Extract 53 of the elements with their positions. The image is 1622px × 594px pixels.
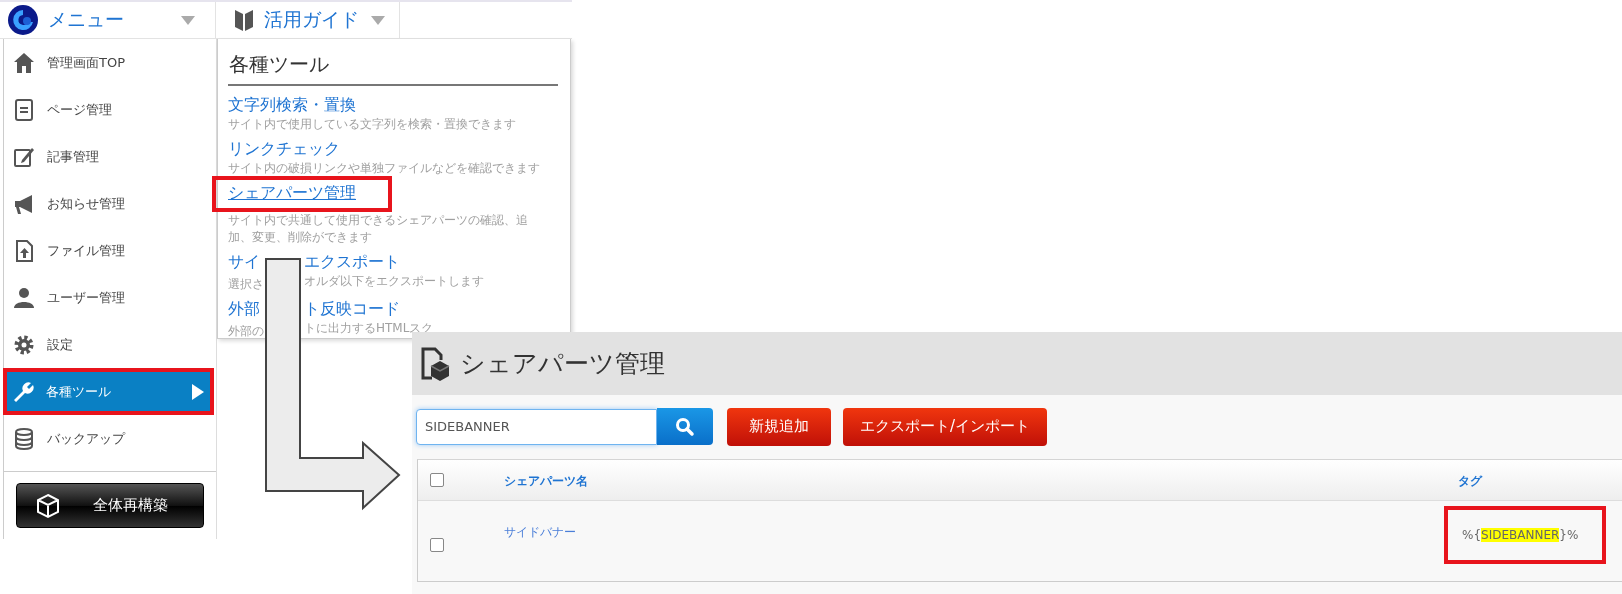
wrench-icon [12,380,34,403]
database-icon [13,427,35,450]
tool-link[interactable]: リンクチェック [228,138,340,160]
share-part-link[interactable]: サイドバナー [504,525,576,539]
menu-item[interactable]: ページ管理 [4,86,216,133]
tool-description: サイト内で使用している文字列を検索・置換できます [228,116,516,133]
document-cube-icon [420,346,450,381]
book-icon [234,8,254,32]
tool-link[interactable]: 文字列検索・置換 [228,94,356,116]
tool-link[interactable]: ト反映コード [304,298,400,320]
search-button[interactable] [657,408,713,445]
tool-description: 外部の [228,324,264,338]
checkbox[interactable] [430,473,444,487]
guide-dropdown-button[interactable]: 活用ガイド [216,2,400,38]
tool-description: 選択さ [228,277,264,291]
logo-icon [8,5,38,35]
gear-icon [13,333,35,356]
edit-icon [13,145,35,168]
menu-item[interactable]: 管理画面TOP [4,39,216,86]
menu-item[interactable]: 記事管理 [4,133,216,180]
home-icon [13,51,35,74]
menu-item[interactable]: 各種ツール [3,368,214,415]
menu-dropdown-button[interactable]: メニュー [0,2,216,38]
tool-description: サイト内の破損リンクや単独ファイルなどを確認できます [228,160,540,177]
menu-item[interactable]: ファイル管理 [4,227,216,274]
search-field[interactable]: SIDEBANNER [416,408,657,445]
tool-link[interactable]: サイ [228,252,260,271]
add-button[interactable]: 新規追加 [727,407,831,446]
tool-link[interactable]: シェアパーツ管理 [228,182,356,204]
search-icon [675,416,695,437]
checkbox[interactable] [430,538,444,552]
document-icon [13,98,35,121]
menu-item[interactable]: バックアップ [4,415,216,462]
tool-link[interactable]: エクスポート [304,251,400,273]
tool-description: オルダ以下をエクスポートします [304,273,484,290]
cube-icon [35,492,61,519]
rebuild-button[interactable]: 全体再構築 [16,483,204,528]
menu-item[interactable]: お知らせ管理 [4,180,216,227]
caret-icon [371,15,385,25]
user-icon [13,286,35,309]
column-header[interactable]: タグ [1458,474,1482,488]
page-title: シェアパーツ管理 [460,348,665,380]
triangle-icon [192,383,204,400]
submenu-title: 各種ツール [228,49,558,86]
megaphone-icon [13,192,35,215]
menu-item[interactable]: 設定 [4,321,216,368]
export-import-button[interactable]: エクスポート/インポート [843,407,1048,446]
column-header[interactable]: シェアパーツ名 [504,474,588,488]
menu-item[interactable]: ユーザー管理 [4,274,216,321]
tool-link[interactable]: 外部 [228,299,260,318]
file-upload-icon [13,239,35,262]
tool-description: サイト内で共通して使用できるシェアパーツの確認、追加、変更、削除ができます [228,212,529,246]
caret-icon [181,15,195,25]
